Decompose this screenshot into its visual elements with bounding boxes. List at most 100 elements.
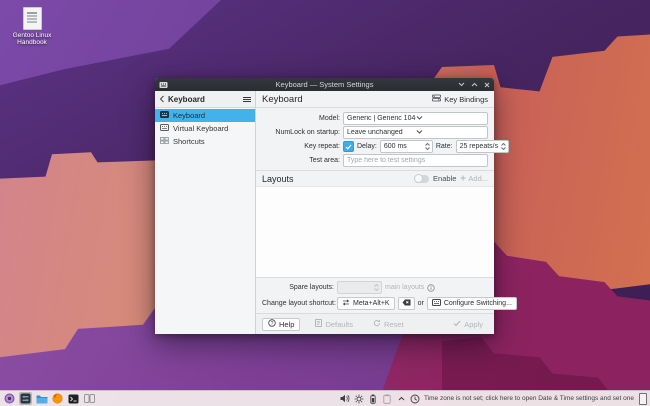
- sidebar-item-shortcuts[interactable]: Shortcuts: [155, 135, 255, 148]
- layouts-enable-toggle[interactable]: [414, 175, 429, 183]
- close-icon[interactable]: [484, 82, 490, 88]
- show-desktop-icon[interactable]: [639, 393, 647, 405]
- layouts-title: Layouts: [262, 174, 410, 184]
- spare-layouts-row: Spare layouts: main layouts: [262, 281, 488, 294]
- sidebar: Keyboard Keyboard: [155, 91, 256, 334]
- reset-icon: [373, 319, 381, 329]
- clipboard-icon[interactable]: [382, 393, 393, 405]
- layout-shortcut-row: Change layout shortcut: Meta+Alt+K: [262, 297, 488, 310]
- system-settings-window: Keyboard — System Settings: [155, 78, 494, 334]
- sidebar-item-label: Keyboard: [173, 111, 205, 120]
- numlock-value: Leave unchanged: [347, 129, 416, 136]
- pager-icon[interactable]: [83, 392, 96, 405]
- delay-label: Delay:: [357, 143, 377, 150]
- key-bindings-button[interactable]: Key Bindings: [432, 94, 488, 104]
- main-header: Keyboard Key Bindings: [256, 91, 494, 108]
- sidebar-list: Keyboard Virtual Keyboard Shortcuts: [155, 108, 255, 148]
- rate-spinbox[interactable]: 25 repeats/s: [456, 140, 509, 153]
- defaults-icon: [315, 319, 322, 329]
- reset-button[interactable]: Reset: [368, 318, 409, 331]
- spare-layouts-suffix: main layouts: [385, 284, 424, 291]
- numlock-row: NumLock on startup: Leave unchanged: [262, 126, 488, 138]
- delay-spinbox[interactable]: 600 ms: [380, 140, 433, 153]
- info-icon[interactable]: [427, 279, 435, 297]
- rate-label: Rate:: [436, 143, 453, 150]
- system-settings-task-icon[interactable]: [19, 392, 32, 405]
- add-layout-label: Add...: [468, 174, 488, 183]
- spin-arrows[interactable]: [499, 143, 508, 150]
- spare-layouts-label: Spare layouts:: [262, 284, 334, 291]
- sidebar-item-label: Virtual Keyboard: [173, 124, 228, 133]
- app-launcher-icon[interactable]: [3, 392, 16, 405]
- test-area-label: Test area:: [262, 157, 340, 164]
- sidebar-header: Keyboard: [155, 91, 255, 108]
- battery-icon[interactable]: [368, 393, 379, 405]
- timezone-notification-text[interactable]: Time zone is not set; click here to open…: [424, 395, 634, 402]
- layout-shortcut-button[interactable]: Meta+Alt+K: [337, 297, 395, 310]
- spare-layouts-spinbox[interactable]: [337, 281, 382, 294]
- brightness-icon[interactable]: [354, 393, 365, 405]
- key-repeat-checkbox[interactable]: [343, 141, 354, 152]
- checkbox-check-icon: [345, 137, 352, 155]
- add-layout-button[interactable]: Add...: [460, 174, 488, 183]
- window-footer: ? Help Defaults Reset: [256, 313, 494, 334]
- delay-value: 600 ms: [384, 143, 423, 150]
- shortcut-swap-icon: [342, 299, 350, 308]
- apply-check-icon: [453, 320, 461, 329]
- virtual-keyboard-icon: [160, 124, 169, 133]
- file-manager-icon[interactable]: [35, 392, 48, 405]
- dropdown-chevron-icon: [416, 115, 485, 122]
- window-title: Keyboard — System Settings: [155, 80, 494, 89]
- layouts-controls: Spare layouts: main layouts: [256, 277, 494, 313]
- configure-switching-button[interactable]: Configure Switching...: [427, 297, 517, 310]
- key-repeat-row: Key repeat: Delay: 600 ms: [262, 140, 488, 152]
- key-bindings-icon: [432, 94, 441, 104]
- desktop: Gentoo Linux Handbook Keyboard — System …: [0, 0, 650, 406]
- layout-shortcut-value: Meta+Alt+K: [353, 300, 390, 307]
- rate-value: 25 repeats/s: [460, 143, 499, 150]
- backspace-icon: [402, 299, 411, 308]
- terminal-icon[interactable]: [67, 392, 80, 405]
- layouts-enable-label: Enable: [433, 174, 456, 183]
- spin-arrows[interactable]: [423, 143, 432, 150]
- maximize-icon[interactable]: [471, 82, 478, 87]
- numlock-select[interactable]: Leave unchanged: [343, 126, 488, 139]
- svg-text:?: ?: [271, 321, 274, 327]
- help-icon: ?: [268, 319, 276, 329]
- sidebar-item-virtual-keyboard[interactable]: Virtual Keyboard: [155, 122, 255, 135]
- apply-button[interactable]: Apply: [448, 318, 488, 331]
- keyboard-form: Model: Generic | Generic 104-key PC NumL…: [256, 108, 494, 170]
- expand-tray-icon[interactable]: [396, 393, 407, 405]
- sidebar-title: Keyboard: [168, 95, 240, 104]
- hamburger-menu-icon[interactable]: [243, 90, 251, 108]
- minimize-icon[interactable]: [458, 82, 465, 87]
- defaults-button[interactable]: Defaults: [310, 318, 358, 331]
- defaults-label: Defaults: [325, 320, 353, 329]
- model-row: Model: Generic | Generic 104-key PC: [262, 112, 488, 124]
- window-keyboard-icon: [159, 81, 168, 89]
- clear-shortcut-button[interactable]: [398, 297, 415, 310]
- clock-icon[interactable]: [410, 393, 421, 405]
- taskbar: Time zone is not set; click here to open…: [0, 390, 650, 406]
- help-button[interactable]: ? Help: [262, 318, 300, 331]
- shortcuts-icon: [160, 137, 169, 146]
- configure-switching-label: Configure Switching...: [444, 300, 512, 307]
- test-area-input[interactable]: [343, 154, 488, 167]
- keyboard-icon: [160, 111, 169, 120]
- desktop-icon-gentoo-handbook[interactable]: Gentoo Linux Handbook: [10, 7, 54, 46]
- dropdown-chevron-icon: [416, 129, 485, 136]
- back-chevron-icon[interactable]: [159, 90, 165, 108]
- numlock-label: NumLock on startup:: [262, 129, 340, 136]
- volume-icon[interactable]: [340, 393, 351, 405]
- key-bindings-label: Key Bindings: [444, 95, 488, 104]
- window-titlebar[interactable]: Keyboard — System Settings: [155, 78, 494, 91]
- model-select[interactable]: Generic | Generic 104-key PC: [343, 112, 488, 125]
- layouts-list-empty[interactable]: [256, 186, 494, 277]
- sidebar-item-label: Shortcuts: [173, 137, 205, 146]
- help-label: Help: [279, 320, 294, 329]
- page-title: Keyboard: [262, 94, 432, 105]
- firefox-icon[interactable]: [51, 392, 64, 405]
- sidebar-item-keyboard[interactable]: Keyboard: [155, 109, 255, 122]
- model-value: Generic | Generic 104-key PC: [347, 115, 416, 122]
- test-area-row: Test area:: [262, 154, 488, 166]
